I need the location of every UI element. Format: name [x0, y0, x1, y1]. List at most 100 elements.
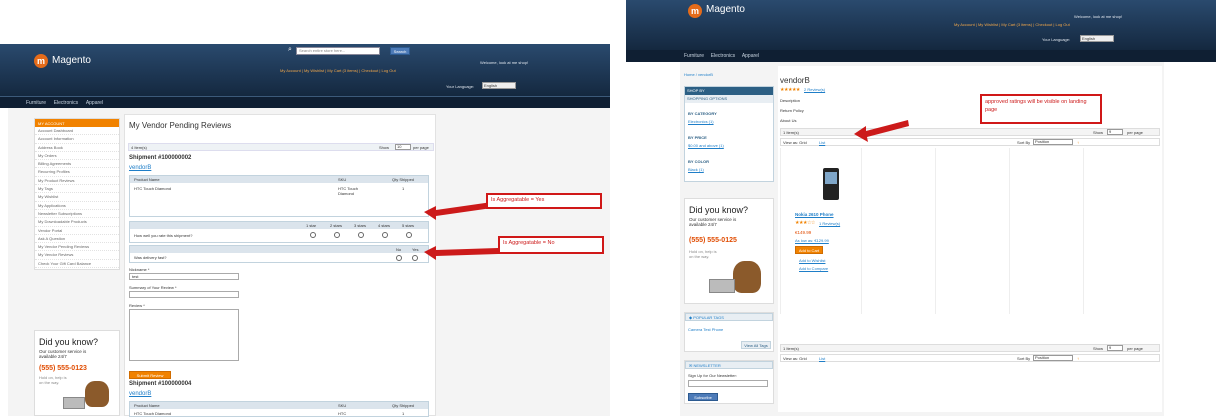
sidebar-item[interactable]: Check Your Gift Card Balance — [35, 260, 119, 269]
sort-select[interactable]: Position — [1033, 355, 1073, 361]
rating-radio[interactable] — [406, 232, 412, 238]
vendor-link-about-us[interactable]: About Us — [780, 118, 796, 123]
grid-divider — [1083, 148, 1084, 314]
sort-direction-icon[interactable]: ↑ — [1077, 140, 1079, 146]
rating-radio[interactable] — [382, 232, 388, 238]
add-to-compare-link[interactable]: Add to Compare — [799, 266, 828, 271]
breadcrumb[interactable]: Home / vendorB — [684, 72, 713, 77]
sidebar-item[interactable]: My Applications — [35, 202, 119, 210]
nav-electronics[interactable]: Electronics — [711, 53, 735, 59]
col-qty: Qty Shipped — [392, 177, 415, 182]
nav-apparel[interactable]: Apparel — [742, 53, 759, 59]
yes-radio[interactable] — [412, 255, 418, 261]
show-select[interactable]: 9 — [1107, 129, 1123, 135]
sidebar-item[interactable]: Vendor Portal — [35, 227, 119, 235]
filter-link[interactable]: $0.00 and above (1) — [688, 143, 724, 148]
search-input[interactable]: Search entire store here... — [296, 47, 380, 55]
view-as-list[interactable]: List — [819, 140, 825, 146]
yesno-question: Was delivery fast? — [134, 255, 167, 260]
language-select[interactable]: English — [482, 82, 516, 89]
sidebar-item[interactable]: My Product Reviews — [35, 177, 119, 186]
vendor-link-return-policy[interactable]: Return Policy — [780, 108, 804, 113]
tag-cloud[interactable]: Camera Test Phone — [688, 327, 723, 332]
page-body: MY ACCOUNT Account Dashboard Account Inf… — [8, 108, 610, 417]
show-select[interactable]: 9 — [1107, 345, 1123, 351]
show-select[interactable]: 10 — [395, 144, 411, 150]
no-radio[interactable] — [396, 255, 402, 261]
magento-logo-icon[interactable]: m — [34, 54, 48, 68]
sidebar-item[interactable]: My Vendor Pending Reviews — [35, 243, 119, 252]
vendor-link-description[interactable]: Description — [780, 98, 800, 103]
newsletter-email-field[interactable] — [688, 380, 768, 387]
welcome-text: Welcome, look at me shop! — [1074, 14, 1123, 19]
shopping-options: SHOPPING OPTIONS — [685, 95, 773, 103]
sort-direction-icon[interactable]: ↑ — [1077, 356, 1079, 362]
filter-title: BY PRICE — [688, 135, 707, 140]
add-to-cart-button[interactable]: Add to Cart — [795, 246, 823, 254]
search-button[interactable]: Search — [390, 47, 410, 55]
filter-link[interactable]: Black (1) — [688, 167, 704, 172]
rating-radio[interactable] — [310, 232, 316, 238]
table-cell: HTC Touch Diamond — [134, 186, 172, 191]
vendor-link[interactable]: vendorB — [129, 391, 151, 397]
sidebar-item[interactable]: My Vendor Reviews — [35, 251, 119, 260]
did-you-know-block: Did you know? Our customer service is av… — [684, 198, 774, 304]
magento-logo-icon[interactable]: m — [688, 4, 702, 18]
product-as-low-as[interactable]: As low as: €129.99 — [795, 238, 829, 243]
top-links[interactable]: My Account | My Wishlist | My Cart (3 it… — [280, 68, 396, 73]
language-select[interactable]: English — [1080, 35, 1114, 42]
sidebar-item[interactable]: Account Dashboard — [35, 127, 119, 136]
pager-toolbar-bottom: 1 Item(s) Show 9 per page — [780, 344, 1160, 352]
vendor-reviews-link[interactable]: 2 Review(s) — [804, 87, 825, 92]
grid-divider — [935, 148, 936, 314]
logo-text[interactable]: Magento — [706, 4, 745, 15]
top-links[interactable]: My Account | My Wishlist | My Cart (3 it… — [954, 22, 1070, 27]
filter-link[interactable]: Electronics (1) — [688, 119, 714, 124]
sidebar-item[interactable]: My Downloadable Products — [35, 218, 119, 227]
subscribe-button[interactable]: Subscribe — [688, 393, 718, 401]
logo-text[interactable]: Magento — [52, 55, 91, 66]
sidebar-item[interactable]: My Tags — [35, 185, 119, 194]
show-label: Show — [1093, 130, 1104, 135]
add-to-wishlist-link[interactable]: Add to Wishlist — [799, 258, 825, 263]
vendor-rating-stars: ★★★★★ — [780, 87, 800, 93]
dyk-note: Hold on, help is on the way. — [689, 249, 717, 259]
grid-divider — [861, 148, 862, 314]
vendor-link[interactable]: vendorB — [129, 165, 151, 171]
sidebar-item[interactable]: My Wishlist — [35, 193, 119, 202]
dog-image — [733, 261, 761, 293]
nav-electronics[interactable]: Electronics — [54, 100, 78, 106]
popular-tags-block: ◆ POPULAR TAGS Camera Test Phone View Al… — [684, 312, 774, 352]
review-textarea[interactable] — [129, 309, 239, 361]
product-image[interactable] — [823, 168, 839, 200]
per-page: per page — [1127, 130, 1143, 135]
sidebar-item[interactable]: Recurring Profiles — [35, 168, 119, 177]
view-as-list[interactable]: List — [819, 356, 825, 362]
sidebar-item[interactable]: My Orders — [35, 152, 119, 161]
popular-tags-label: POPULAR TAGS — [693, 315, 724, 320]
filter-title: BY COLOR — [688, 159, 710, 164]
nav-furniture[interactable]: Furniture — [26, 100, 46, 106]
view-as-grid[interactable]: View as: Grid — [783, 140, 807, 146]
rating-radio[interactable] — [334, 232, 340, 238]
sidebar-item[interactable]: Billing Agreements — [35, 160, 119, 169]
view-all-tags-button[interactable]: View All Tags — [741, 341, 771, 349]
sort-select[interactable]: Position — [1033, 139, 1073, 145]
rating-question: How well you rate this shipment? — [134, 233, 193, 238]
arrow-overlay — [854, 120, 909, 142]
view-as-grid[interactable]: View as: Grid — [783, 356, 807, 362]
sidebar-item[interactable]: Ask A Question — [35, 235, 119, 244]
nickname-field[interactable]: test — [129, 273, 239, 280]
sidebar-item[interactable]: Newsletter Subscriptions — [35, 210, 119, 219]
submit-review-button[interactable]: Submit Review — [129, 371, 171, 379]
show-label: Show — [379, 145, 390, 150]
summary-field[interactable] — [129, 291, 239, 298]
sidebar-item[interactable]: Address Book — [35, 144, 119, 152]
product-reviews-link[interactable]: 1 Review(s) — [819, 221, 840, 226]
nav-furniture[interactable]: Furniture — [684, 53, 704, 59]
nav-apparel[interactable]: Apparel — [86, 100, 103, 106]
product-name[interactable]: Nokia 2610 Phone — [795, 212, 834, 217]
sidebar-item[interactable]: Account Information — [35, 135, 119, 144]
shop-by-block: SHOP BY SHOPPING OPTIONS BY CATEGORY Ele… — [684, 86, 774, 182]
rating-radio[interactable] — [358, 232, 364, 238]
